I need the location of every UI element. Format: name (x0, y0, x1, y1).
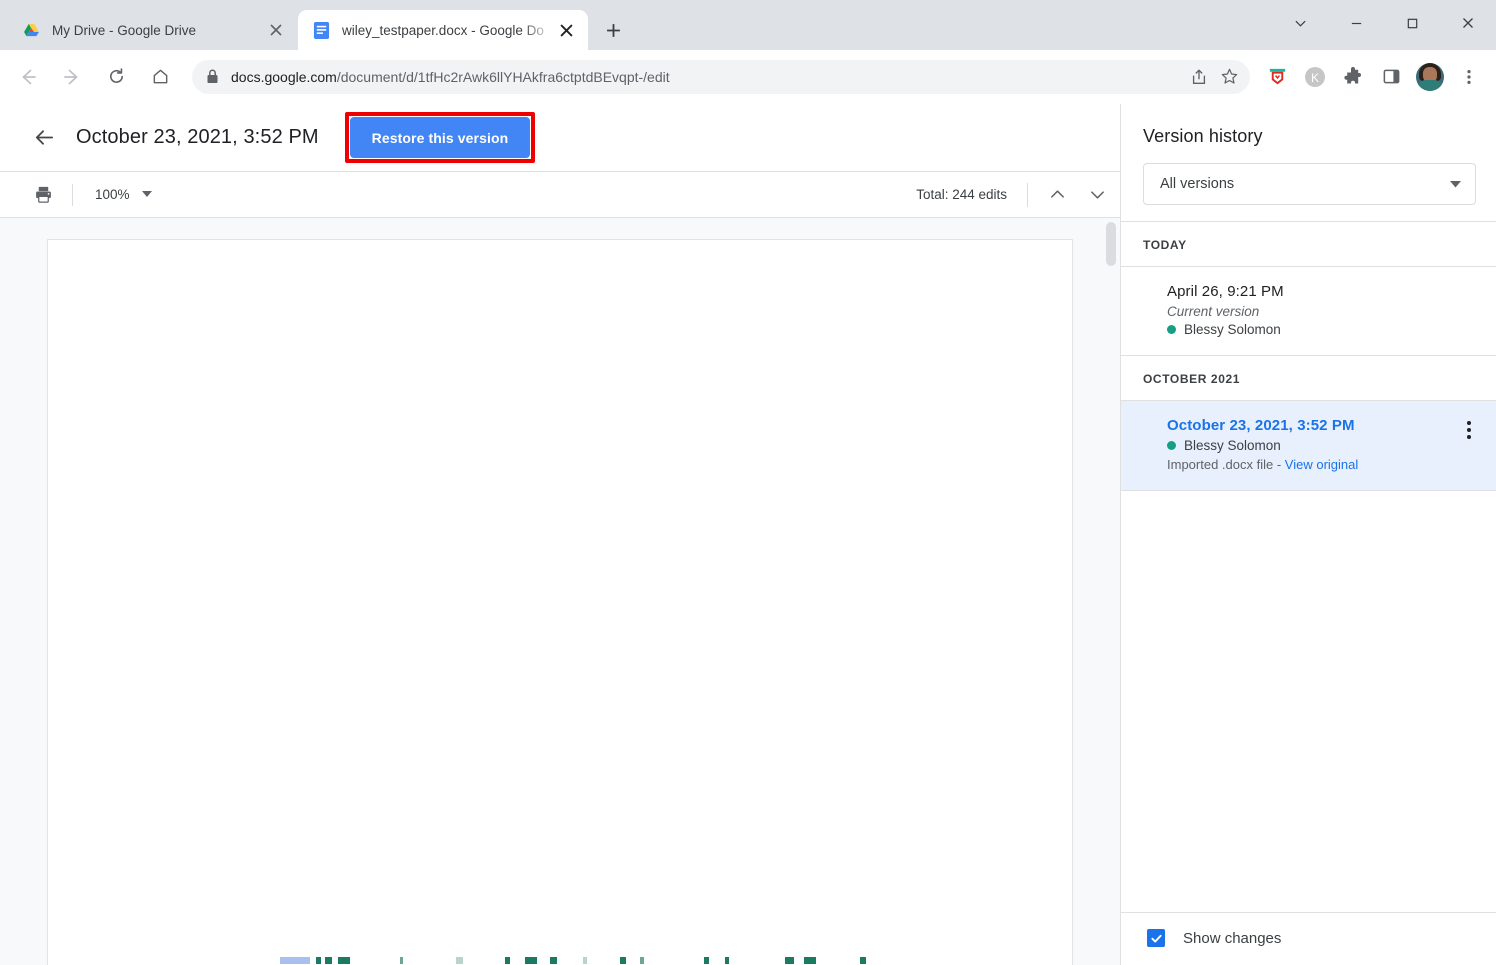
view-original-link[interactable]: View original (1285, 457, 1358, 472)
version-timestamp: April 26, 9:21 PM (1167, 283, 1284, 300)
new-tab-button[interactable] (596, 13, 630, 47)
version-timestamp: October 23, 2021, 3:52 PM (1167, 417, 1355, 434)
puzzle-piece-icon[interactable] (1337, 61, 1369, 93)
close-icon[interactable] (264, 18, 288, 42)
three-dot-menu-icon[interactable] (1453, 61, 1485, 93)
profile-avatar[interactable] (1416, 62, 1444, 91)
page-content: October 23, 2021, 3:52 PM Restore this v… (0, 104, 1496, 965)
version-list-item-selected[interactable]: October 23, 2021, 3:52 PM Blessy Solomon… (1121, 401, 1496, 491)
author-color-dot (1167, 325, 1176, 334)
version-meta-text: Imported .docx file - (1167, 457, 1285, 472)
document-scrollbar[interactable] (1105, 222, 1117, 961)
url-text: docs.google.com/document/d/1tfHc2rAwk6ll… (231, 69, 1184, 85)
author-color-dot (1167, 441, 1176, 450)
page-title: October 23, 2021, 3:52 PM (76, 126, 319, 148)
version-options-icon[interactable] (1458, 419, 1480, 441)
version-subtitle: Current version (1167, 304, 1260, 319)
version-list-item[interactable]: April 26, 9:21 PM Current version Blessy… (1121, 267, 1496, 356)
version-filter-value: All versions (1160, 176, 1235, 192)
address-bar[interactable]: docs.google.com/document/d/1tfHc2rAwk6ll… (192, 59, 1250, 94)
url-domain: docs.google.com (231, 68, 337, 85)
version-history-header: October 23, 2021, 3:52 PM Restore this v… (0, 104, 1120, 171)
chevron-down-icon[interactable] (1272, 0, 1328, 46)
zoom-level-selector[interactable]: 100% (87, 181, 160, 209)
google-docs-icon (312, 21, 330, 39)
version-author: Blessy Solomon (1167, 438, 1474, 453)
star-icon[interactable] (1214, 62, 1244, 92)
minimize-icon[interactable] (1328, 0, 1384, 46)
home-icon[interactable] (142, 59, 178, 95)
document-toolbar: 100% Total: 244 edits (0, 171, 1120, 218)
total-edits-label: Total: 244 edits (916, 187, 1007, 202)
sidebar-footer: Show changes (1121, 912, 1496, 965)
window-controls (1272, 0, 1496, 46)
document-area: October 23, 2021, 3:52 PM Restore this v… (0, 104, 1120, 965)
browser-window: My Drive - Google Drive wiley_testpaper.… (0, 0, 1496, 965)
lock-icon (206, 69, 219, 84)
chevron-down-icon (1450, 180, 1461, 188)
chevron-down-icon (141, 191, 152, 198)
show-changes-label: Show changes (1183, 929, 1282, 947)
side-panel-icon[interactable] (1375, 61, 1407, 93)
forward-icon[interactable] (54, 59, 90, 95)
restore-this-version-button[interactable]: Restore this version (349, 117, 531, 158)
google-drive-icon (22, 21, 40, 39)
version-meta: Imported .docx file - View original (1167, 457, 1474, 472)
toolbar-divider (1027, 182, 1028, 207)
author-name: Blessy Solomon (1184, 322, 1281, 337)
document-canvas[interactable] (0, 218, 1120, 965)
document-text-sliver (280, 956, 922, 964)
print-icon[interactable] (28, 180, 58, 210)
sidebar-title: Version history (1143, 126, 1263, 146)
back-icon[interactable] (10, 59, 46, 95)
previous-edit-icon[interactable] (1042, 180, 1072, 210)
tab-title: wiley_testpaper.docx - Google Do (342, 22, 544, 38)
version-history-sidebar: Version history All versions TODAY April… (1120, 104, 1496, 965)
browser-toolbar: docs.google.com/document/d/1tfHc2rAwk6ll… (0, 50, 1496, 104)
honey-extension-icon[interactable] (1261, 61, 1293, 93)
reload-icon[interactable] (98, 59, 134, 95)
zoom-value: 100% (95, 187, 130, 202)
share-icon[interactable] (1184, 62, 1214, 92)
show-changes-checkbox[interactable] (1147, 929, 1165, 947)
next-edit-icon[interactable] (1082, 180, 1112, 210)
version-group-label-october-2021: OCTOBER 2021 (1121, 356, 1496, 401)
svg-text:K: K (1311, 71, 1319, 85)
url-path: /document/d/1tfHc2rAwk6llYHAkfra6ctptdBE… (336, 68, 670, 85)
maximize-icon[interactable] (1384, 0, 1440, 46)
scrollbar-thumb[interactable] (1106, 222, 1116, 266)
close-icon[interactable] (554, 18, 578, 42)
kaspersky-extension-icon[interactable]: K (1299, 61, 1331, 93)
sidebar-header: Version history All versions (1121, 104, 1496, 222)
document-page (48, 240, 1072, 965)
restore-highlight: Restore this version (344, 112, 536, 163)
version-list[interactable]: TODAY April 26, 9:21 PM Current version … (1121, 222, 1496, 912)
tab-title: My Drive - Google Drive (52, 22, 197, 38)
close-window-icon[interactable] (1440, 0, 1496, 46)
browser-tab-my-drive[interactable]: My Drive - Google Drive (8, 10, 298, 50)
version-group-label-today: TODAY (1121, 222, 1496, 267)
back-arrow-icon[interactable] (24, 118, 64, 158)
author-name: Blessy Solomon (1184, 438, 1281, 453)
version-filter-dropdown[interactable]: All versions (1143, 163, 1476, 205)
version-author: Blessy Solomon (1167, 322, 1474, 337)
toolbar-divider (72, 183, 73, 206)
browser-tab-wiley-testpaper[interactable]: wiley_testpaper.docx - Google Do (298, 10, 588, 50)
tab-strip: My Drive - Google Drive wiley_testpaper.… (0, 0, 1496, 50)
